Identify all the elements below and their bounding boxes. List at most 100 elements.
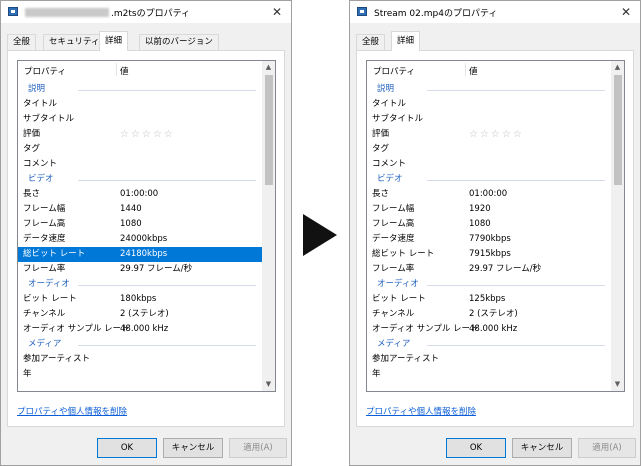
property-name: 長さ	[23, 189, 41, 199]
property-row[interactable]: フレーム幅 1440	[18, 202, 262, 217]
property-name: 評価	[23, 129, 41, 139]
scroll-down-icon[interactable]: ▼	[611, 378, 624, 391]
property-row[interactable]: チャンネル 2 (ステレオ)	[367, 307, 611, 322]
property-row[interactable]: タイトル	[18, 97, 262, 112]
property-row[interactable]: 年	[18, 367, 262, 382]
property-list[interactable]: プロパティ 値 説明 タイトル サブタイトル 評価 ☆☆☆☆☆ タグ コメントビデオ長さ 01…	[366, 60, 625, 392]
vertical-scrollbar[interactable]: ▲ ▼	[262, 61, 275, 391]
remove-properties-link[interactable]: プロパティや個人情報を削除	[17, 405, 127, 417]
header-value[interactable]: 値	[120, 65, 129, 77]
close-icon[interactable]: ✕	[618, 4, 634, 20]
property-name: データ速度	[23, 234, 66, 244]
ok-button[interactable]: OK	[446, 438, 506, 458]
cancel-button[interactable]: キャンセル	[163, 438, 223, 458]
property-row[interactable]: タグ	[367, 142, 611, 157]
property-rows: 説明 タイトル サブタイトル 評価 ☆☆☆☆☆ タグ コメント ビデオ 長さ 01:00:00 フレ…	[18, 82, 262, 382]
property-name: オーディオ サンプル レート	[23, 324, 130, 334]
cancel-button[interactable]: キャンセル	[512, 438, 572, 458]
property-value: 1920	[469, 204, 491, 214]
property-row[interactable]: フレーム高 1080	[367, 217, 611, 232]
property-row[interactable]: データ速度 24000kbps	[18, 232, 262, 247]
property-row[interactable]: オーディオ サンプル レート 48.000 kHz	[367, 322, 611, 337]
tab-security[interactable]: セキュリティ	[43, 34, 106, 50]
property-row[interactable]: 長さ 01:00:00	[367, 187, 611, 202]
tab-details[interactable]: 詳細	[99, 31, 129, 51]
property-name: データ速度	[372, 234, 415, 244]
vertical-scrollbar[interactable]: ▲ ▼	[611, 61, 624, 391]
group-label: オーディオ	[377, 279, 419, 289]
property-name: チャンネル	[23, 309, 66, 319]
property-row[interactable]: 参加アーティスト	[18, 352, 262, 367]
group-header[interactable]: ビデオ	[18, 172, 262, 187]
property-row[interactable]: ビット レート 125kbps	[367, 292, 611, 307]
ok-button[interactable]: OK	[97, 438, 157, 458]
title-bar: Stream 02.mp4のプロパティ ✕	[350, 1, 640, 23]
header-divider[interactable]	[465, 63, 466, 76]
scroll-up-icon[interactable]: ▲	[611, 61, 624, 74]
apply-button[interactable]: 適用(A)	[578, 438, 636, 458]
property-row[interactable]: タグ	[18, 142, 262, 157]
property-name: タグ	[23, 144, 41, 154]
rating-stars[interactable]: ☆☆☆☆☆	[469, 127, 524, 142]
property-row[interactable]: チャンネル 2 (ステレオ)	[18, 307, 262, 322]
property-name: フレーム幅	[372, 204, 415, 214]
property-list[interactable]: プロパティ 値 説明 タイトル サブタイトル評価 ☆☆☆☆☆ タグコメントビデオ 長さ 01…	[17, 60, 276, 392]
property-row[interactable]: 評価 ☆☆☆☆☆	[367, 127, 611, 142]
property-name: チャンネル	[372, 309, 415, 319]
scroll-thumb[interactable]	[614, 75, 622, 185]
tab-details[interactable]: 詳細	[391, 31, 421, 51]
group-header[interactable]: 説明	[367, 82, 611, 97]
property-value: 24000kbps	[120, 234, 168, 244]
property-row[interactable]: オーディオ サンプル レート 48.000 kHz	[18, 322, 262, 337]
header-value[interactable]: 値	[469, 65, 478, 77]
group-label: ビデオ	[377, 174, 403, 184]
property-row[interactable]: フレーム率 29.97 フレーム/秒	[18, 262, 262, 277]
apply-button[interactable]: 適用(A)	[229, 438, 287, 458]
property-row[interactable]: 参加アーティスト	[367, 352, 611, 367]
property-value: 2 (ステレオ)	[120, 309, 169, 319]
property-row[interactable]: ビット レート 180kbps	[18, 292, 262, 307]
property-name: フレーム率	[23, 264, 66, 274]
blurred-filename	[25, 8, 109, 17]
properties-dialog-right: Stream 02.mp4のプロパティ ✕ 全般 詳細 プロパティ 値 説明 タイ…	[349, 0, 641, 466]
property-row[interactable]: タイトル	[367, 97, 611, 112]
tab-previous-versions[interactable]: 以前のバージョン	[139, 34, 219, 50]
group-header[interactable]: 説明	[18, 82, 262, 97]
list-header: プロパティ 値	[367, 61, 624, 78]
group-header[interactable]: オーディオ	[367, 277, 611, 292]
remove-properties-link[interactable]: プロパティや個人情報を削除	[366, 405, 476, 417]
header-property[interactable]: プロパティ	[373, 65, 415, 77]
close-icon[interactable]: ✕	[269, 4, 285, 20]
group-header[interactable]: オーディオ	[18, 277, 262, 292]
tab-general[interactable]: 全般	[7, 34, 37, 50]
property-row-selected[interactable]: 総ビット レート 24180kbps	[18, 247, 262, 262]
property-row[interactable]: フレーム率 29.97 フレーム/秒	[367, 262, 611, 277]
scroll-thumb[interactable]	[265, 75, 273, 185]
property-row[interactable]: フレーム高 1080	[18, 217, 262, 232]
property-row[interactable]: 長さ 01:00:00	[18, 187, 262, 202]
rating-stars[interactable]: ☆☆☆☆☆	[120, 127, 175, 142]
scroll-up-icon[interactable]: ▲	[262, 61, 275, 74]
property-row[interactable]: 総ビット レート 7915kbps	[367, 247, 611, 262]
property-name: 参加アーティスト	[23, 354, 90, 364]
property-row[interactable]: コメント	[18, 157, 262, 172]
header-property[interactable]: プロパティ	[24, 65, 66, 77]
property-row[interactable]: フレーム幅 1920	[367, 202, 611, 217]
property-row[interactable]: コメント	[367, 157, 611, 172]
property-row[interactable]: 評価 ☆☆☆☆☆	[18, 127, 262, 142]
property-value: 01:00:00	[469, 189, 508, 199]
title-bar: .m2tsのプロパティ ✕	[1, 1, 291, 23]
property-row[interactable]: サブタイトル	[367, 112, 611, 127]
scroll-down-icon[interactable]: ▼	[262, 378, 275, 391]
header-divider[interactable]	[116, 63, 117, 76]
group-header[interactable]: メディア	[18, 337, 262, 352]
property-row[interactable]: 年	[367, 367, 611, 382]
right-arrow-icon	[303, 214, 337, 256]
group-divider	[427, 180, 605, 181]
property-name: コメント	[23, 159, 58, 169]
tab-general[interactable]: 全般	[356, 34, 386, 50]
group-header[interactable]: メディア	[367, 337, 611, 352]
group-header[interactable]: ビデオ	[367, 172, 611, 187]
property-row[interactable]: データ速度 7790kbps	[367, 232, 611, 247]
property-row[interactable]: サブタイトル	[18, 112, 262, 127]
